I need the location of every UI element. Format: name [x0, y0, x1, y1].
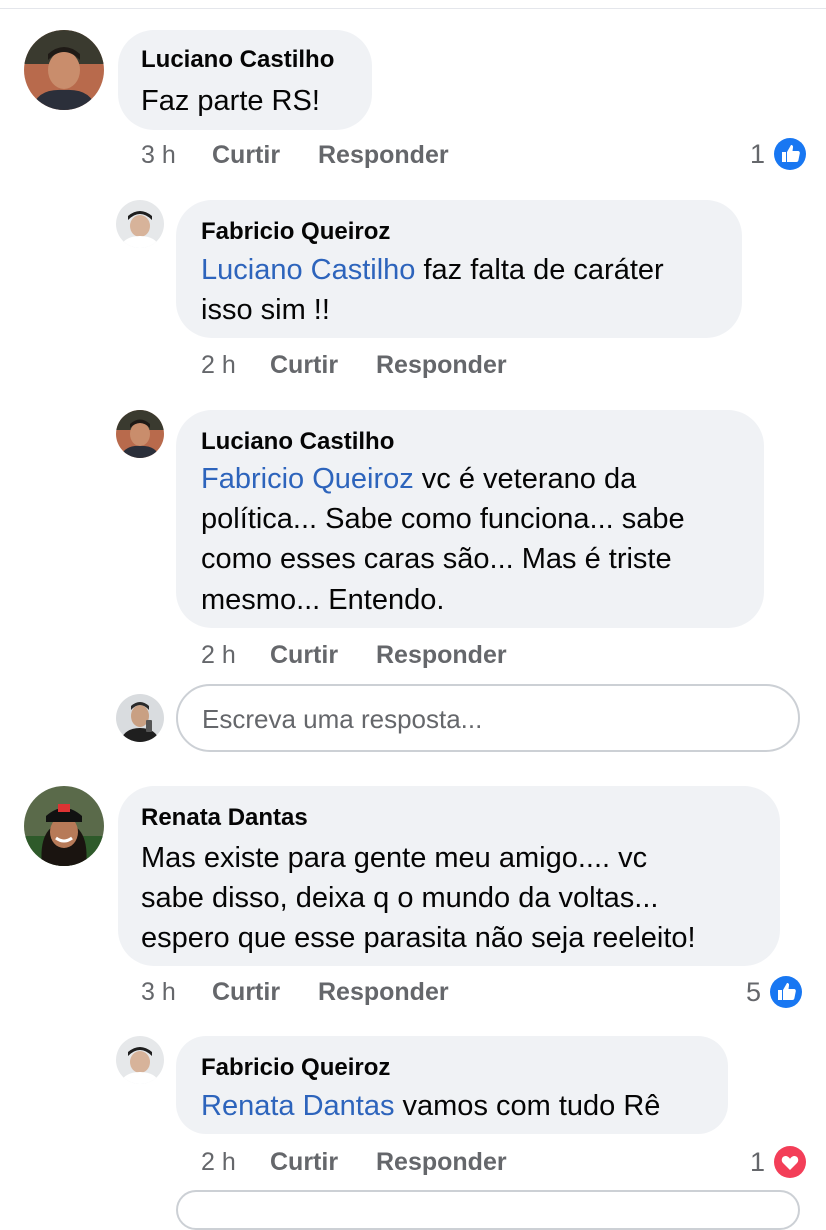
avatar-photo-icon [24, 30, 104, 110]
like-button[interactable]: Curtir [270, 641, 338, 670]
comment-author[interactable]: Renata Dantas [141, 804, 308, 832]
reaction-summary[interactable]: 1 [750, 136, 809, 172]
avatar-photo-icon [116, 410, 164, 458]
avatar[interactable] [116, 1036, 164, 1084]
avatar[interactable] [116, 410, 164, 458]
reply-input[interactable] [200, 700, 774, 738]
reply-author[interactable]: Luciano Castilho [201, 428, 394, 456]
like-button[interactable]: Curtir [270, 351, 338, 380]
mention-link[interactable]: Renata Dantas [201, 1090, 394, 1122]
reply-time[interactable]: 2 h [201, 641, 236, 670]
avatar[interactable] [116, 200, 164, 248]
mention-link[interactable]: Fabricio Queiroz [201, 463, 414, 495]
reply-button[interactable]: Responder [376, 641, 507, 670]
reply-text-line: isso sim !! [201, 294, 330, 326]
reply-text-line: política... Sabe como funciona... sabe [201, 503, 685, 535]
comment-text-line: espero que esse parasita não seja reelei… [141, 922, 696, 954]
reply-author[interactable]: Fabricio Queiroz [201, 218, 390, 246]
reply-button[interactable]: Responder [318, 978, 449, 1007]
reaction-summary[interactable]: 5 [746, 974, 805, 1010]
reply-time[interactable]: 2 h [201, 351, 236, 380]
like-button[interactable]: Curtir [270, 1148, 338, 1177]
reply-text-line: Fabricio Queiroz vc é veterano da [201, 463, 637, 495]
reply-author[interactable]: Fabricio Queiroz [201, 1054, 390, 1082]
avatar-photo-icon [116, 694, 164, 742]
reply-button[interactable]: Responder [376, 1148, 507, 1177]
like-icon [772, 136, 809, 172]
reaction-count: 1 [750, 138, 766, 169]
reply-text-line: como esses caras são... Mas é triste [201, 543, 672, 575]
reply-time[interactable]: 2 h [201, 1148, 236, 1177]
like-button[interactable]: Curtir [212, 141, 280, 170]
reply-button[interactable]: Responder [318, 141, 449, 170]
reply-text-line: Luciano Castilho faz falta de caráter [201, 254, 664, 286]
love-icon [772, 1144, 809, 1180]
avatar-photo-icon [24, 786, 104, 866]
reply-input-box[interactable] [176, 684, 800, 752]
comment-text-line: sabe disso, deixa q o mundo da voltas... [141, 882, 659, 914]
top-divider [0, 0, 826, 9]
comment-time[interactable]: 3 h [141, 141, 176, 170]
like-button[interactable]: Curtir [212, 978, 280, 1007]
mention-link[interactable]: Luciano Castilho [201, 254, 415, 286]
comment-text: Faz parte RS! [141, 85, 320, 117]
reaction-count: 5 [746, 976, 762, 1007]
comment-time[interactable]: 3 h [141, 978, 176, 1007]
avatar [116, 694, 164, 742]
reply-input-box[interactable] [176, 1190, 800, 1230]
like-icon [768, 974, 805, 1010]
avatar[interactable] [24, 30, 104, 110]
comment-text-line: Mas existe para gente meu amigo.... vc [141, 842, 648, 874]
comment-author[interactable]: Luciano Castilho [141, 46, 334, 74]
reply-text-line: mesmo... Entendo. [201, 584, 445, 616]
avatar-photo-icon [116, 1036, 164, 1084]
reaction-summary[interactable]: 1 [750, 1144, 809, 1180]
avatar-photo-icon [116, 200, 164, 248]
reaction-count: 1 [750, 1146, 766, 1177]
reply-text-line: Renata Dantas vamos com tudo Rê [201, 1090, 661, 1122]
reply-button[interactable]: Responder [376, 351, 507, 380]
avatar[interactable] [24, 786, 104, 866]
